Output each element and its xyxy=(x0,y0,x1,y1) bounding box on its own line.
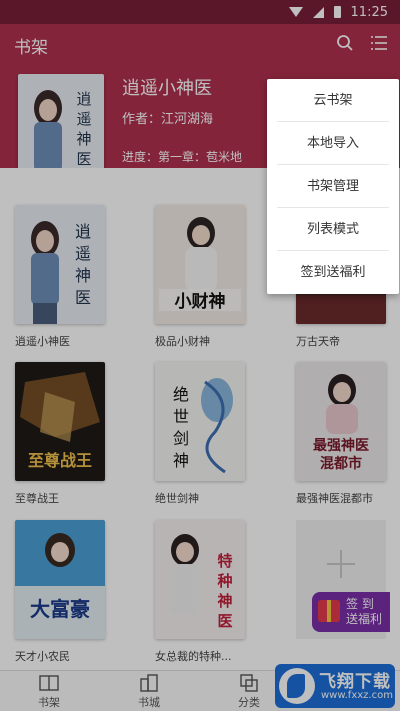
menu-item-sign-in-bonus[interactable]: 签到送福利 xyxy=(277,251,389,294)
menu-item-shelf-manage[interactable]: 书架管理 xyxy=(277,165,389,208)
menu-item-local-import[interactable]: 本地导入 xyxy=(277,122,389,165)
menu-item-cloud-shelf[interactable]: 云书架 xyxy=(277,79,389,122)
menu-item-list-mode[interactable]: 列表模式 xyxy=(277,208,389,251)
overflow-menu: 云书架 本地导入 书架管理 列表模式 签到送福利 xyxy=(267,79,399,294)
